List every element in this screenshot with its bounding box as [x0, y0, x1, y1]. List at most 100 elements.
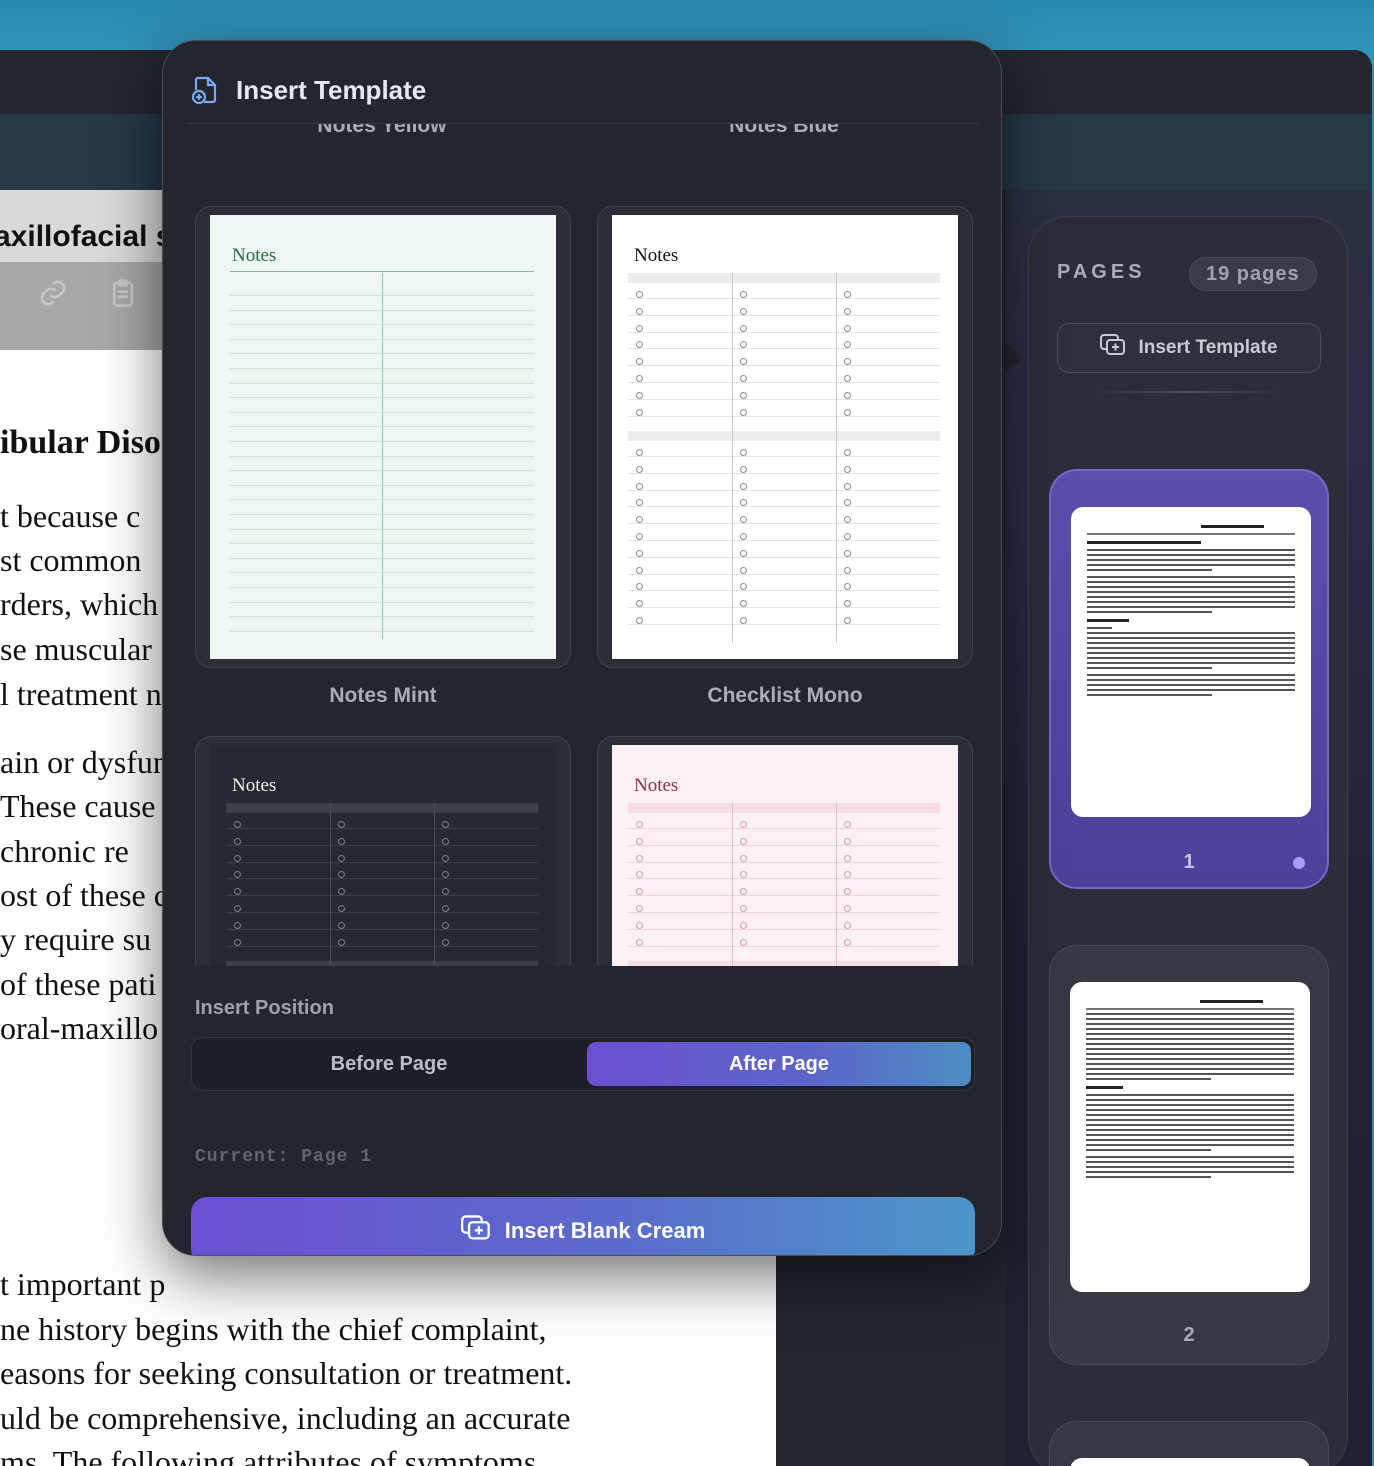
checkbox-icon — [740, 938, 747, 946]
checkbox-icon — [636, 871, 643, 879]
template-card-checklist-dark[interactable]: Notes — [195, 736, 571, 966]
checkbox-icon — [636, 482, 643, 490]
checkbox-icon — [740, 837, 747, 845]
checkbox-icon — [234, 905, 241, 912]
checkbox-icon — [740, 307, 747, 315]
checkbox-icon — [636, 358, 643, 366]
checkbox-icon — [740, 499, 747, 507]
doc-line: ms. The following attributes of symptoms — [0, 1444, 537, 1466]
checkbox-icon — [636, 499, 643, 507]
template-card-checklist-pink[interactable]: Notes — [597, 736, 973, 966]
before-page-option[interactable]: Before Page — [196, 1042, 582, 1086]
checklist-row-line — [226, 844, 538, 846]
checkbox-icon — [844, 888, 851, 896]
pages-panel: PAGES 19 pages Insert Template 1 2 — [1028, 216, 1348, 1466]
checkbox-icon — [844, 324, 851, 332]
checkbox-icon — [844, 905, 851, 912]
checkbox-icon — [844, 391, 851, 399]
checkbox-icon — [636, 905, 643, 912]
checklist-column-line — [434, 803, 435, 966]
checkbox-icon — [442, 837, 449, 845]
template-preview: Notes — [210, 215, 556, 659]
sheet-rule — [230, 630, 534, 632]
sheet-rule — [230, 572, 534, 574]
checkbox-icon — [338, 821, 345, 828]
sheet-rule — [230, 324, 534, 326]
checklist-row-line — [226, 895, 538, 897]
checkbox-icon — [636, 391, 643, 399]
link-icon[interactable] — [38, 278, 68, 308]
document-heading: ibular Diso — [0, 424, 161, 461]
checklist-row-line — [628, 912, 940, 913]
sheet-rule — [230, 557, 534, 559]
template-label: Notes Blue — [729, 124, 839, 137]
template-grid[interactable]: Notes Yellow Notes Blue Notes Notes Note… — [187, 124, 979, 966]
checklist-row-line — [226, 878, 538, 880]
sheet-rule — [230, 455, 534, 457]
sheet-title: Notes — [634, 245, 679, 266]
checklist-row-line — [628, 624, 940, 625]
checkbox-icon — [338, 921, 345, 929]
sheet-rule — [230, 271, 534, 272]
checkbox-icon — [740, 465, 747, 473]
sheet-rule — [230, 484, 534, 486]
checklist-column-line — [732, 803, 733, 966]
insert-template-label: Insert Template — [1138, 337, 1278, 358]
checkbox-icon — [636, 837, 643, 845]
page-number: 2 — [1183, 1324, 1195, 1346]
insert-template-icon — [1100, 334, 1126, 362]
sheet-rule — [230, 382, 534, 384]
insert-blank-button[interactable]: Insert Blank Cream — [191, 1197, 975, 1255]
template-card-notes-mint[interactable]: Notes — [195, 206, 571, 668]
insert-position-toggle: Before Page After Page — [191, 1037, 975, 1091]
checkbox-icon — [740, 375, 747, 382]
page-thumbnail-card[interactable]: 2 — [1049, 945, 1329, 1365]
page-number: 1 — [1183, 851, 1195, 873]
clipboard-icon[interactable] — [108, 278, 138, 308]
checkbox-icon — [636, 566, 643, 574]
checklist-row-line — [226, 861, 538, 863]
checklist-header-band — [628, 431, 940, 441]
template-preview: Notes — [612, 215, 958, 659]
checkbox-icon — [844, 600, 851, 608]
template-preview: Notes — [612, 745, 958, 966]
after-page-option[interactable]: After Page — [587, 1042, 971, 1086]
template-label: Checklist Mono — [707, 684, 863, 707]
checkbox-icon — [234, 854, 241, 862]
checkbox-icon — [844, 291, 851, 298]
sheet-rule — [230, 616, 534, 618]
checkbox-icon — [338, 854, 345, 862]
page-thumbnail — [1070, 982, 1310, 1292]
insert-template-button[interactable]: Insert Template — [1057, 323, 1321, 373]
checklist-row-line — [628, 331, 940, 333]
template-label: Notes Mint — [329, 684, 437, 707]
checkbox-icon — [740, 566, 747, 574]
modal-header: Insert Template — [163, 41, 1001, 125]
checkbox-icon — [636, 533, 643, 540]
checklist-header-band — [628, 961, 940, 966]
checkbox-icon — [740, 617, 747, 624]
checkbox-icon — [636, 408, 643, 416]
page-thumbnail-card[interactable]: 1 — [1049, 469, 1329, 889]
template-card-checklist-mono[interactable]: Notes — [597, 206, 973, 668]
current-page-text: Current: Page 1 — [195, 1147, 373, 1167]
checkbox-icon — [740, 888, 747, 896]
modal-footer: Insert Position Before Page After Page C… — [163, 967, 1001, 1255]
page-count-badge: 19 pages — [1189, 257, 1317, 291]
checkbox-icon — [338, 837, 345, 845]
checkbox-icon — [740, 291, 747, 298]
checkbox-icon — [844, 341, 851, 349]
checkbox-icon — [844, 516, 851, 524]
sheet-rule — [230, 411, 534, 413]
checkbox-icon — [636, 341, 643, 349]
checklist-row-line — [628, 314, 940, 316]
checkbox-icon — [740, 391, 747, 399]
current-page-indicator — [1293, 857, 1305, 869]
checkbox-icon — [234, 888, 241, 896]
page-thumbnail-card[interactable] — [1049, 1421, 1329, 1466]
checkbox-icon — [636, 465, 643, 473]
checkbox-icon — [740, 871, 747, 879]
checkbox-icon — [338, 938, 345, 946]
checkbox-icon — [844, 566, 851, 574]
checkbox-icon — [636, 821, 643, 828]
